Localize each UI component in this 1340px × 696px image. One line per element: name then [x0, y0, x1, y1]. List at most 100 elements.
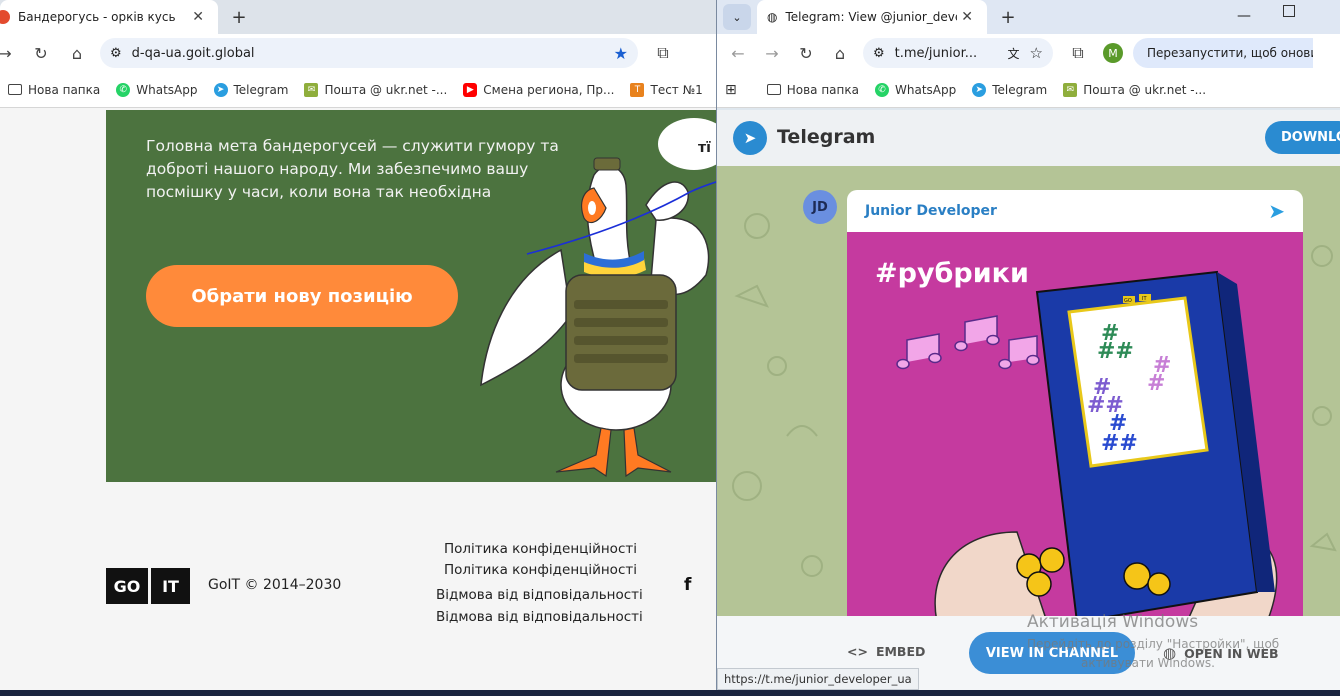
- site-settings-icon[interactable]: ⚙: [110, 46, 122, 61]
- privacy-policy-link-2[interactable]: Політика конфіденційності: [444, 562, 637, 578]
- left-active-tab[interactable]: Бандерогусь - орків кусь ✕: [0, 0, 218, 34]
- svg-text:#: #: [1147, 371, 1165, 396]
- bookmark-label: Смена региона, Пр...: [483, 82, 615, 97]
- left-extensions-icon[interactable]: ⧉: [648, 38, 678, 68]
- right-back-icon[interactable]: ←: [723, 38, 753, 68]
- right-reload-icon[interactable]: ↻: [791, 38, 821, 68]
- minimize-window-icon[interactable]: —: [1237, 8, 1251, 24]
- post-header: Junior Developer ➤: [847, 190, 1303, 232]
- right-bookmarks-bar: ⊞ Нова папка ✆ WhatsApp ➤ Telegram ✉ Пошта …: [717, 72, 1340, 108]
- right-tab-close-icon[interactable]: ✕: [957, 9, 977, 25]
- download-button[interactable]: DOWNLOA: [1265, 121, 1340, 154]
- console-badge-go: GO: [1124, 298, 1132, 304]
- left-tab-close-icon[interactable]: ✕: [188, 9, 208, 25]
- left-address-bar[interactable]: ⚙ d-qa-ua.goit.global ★: [100, 38, 638, 68]
- disclaimer-link[interactable]: Відмова від відповідальності: [436, 587, 643, 603]
- bookmark-label: WhatsApp: [136, 82, 198, 97]
- telegram-icon: ➤: [972, 82, 987, 97]
- translate-icon[interactable]: 文: [1008, 45, 1020, 62]
- bookmark-ukrnet[interactable]: ✉ Пошта @ ukr.net -...: [304, 82, 448, 97]
- rubric-post-image[interactable]: #рубрики GO IT # ## # # # ## # ##: [847, 232, 1303, 620]
- right-toolbar: ← → ↻ ⌂ ⚙ t.me/junior... 文 ☆ ⧉ M Перезап…: [717, 34, 1340, 72]
- bookmark-label: Пошта @ ukr.net -...: [1083, 82, 1207, 97]
- left-toolbar: → ↻ ⌂ ⚙ d-qa-ua.goit.global ★ ⧉: [0, 34, 716, 72]
- left-reload-icon[interactable]: ↻: [26, 38, 56, 68]
- right-forward-icon[interactable]: →: [757, 38, 787, 68]
- right-tab-strip: ⌄ ◍ Telegram: View @junior_develo ✕ + —: [717, 0, 1340, 34]
- disclaimer-link-2[interactable]: Відмова від відповідальності: [436, 609, 643, 625]
- bookmark-test[interactable]: T Тест №1: [630, 82, 703, 97]
- folder-icon: [8, 84, 22, 95]
- youtube-icon: ▶: [463, 82, 478, 97]
- embed-button[interactable]: <> EMBED: [847, 644, 925, 659]
- goit-logo[interactable]: GO IT: [106, 568, 190, 604]
- apps-grid-icon: ⊞: [725, 81, 737, 98]
- apps-grid-button[interactable]: ⊞: [725, 82, 751, 98]
- bookmark-star-icon[interactable]: ★: [614, 44, 628, 63]
- right-browser-window: ⌄ ◍ Telegram: View @junior_develo ✕ + — …: [716, 0, 1340, 690]
- bookmark-label: Пошта @ ukr.net -...: [324, 82, 448, 97]
- globe-favicon-icon: ◍: [767, 10, 778, 24]
- profile-avatar[interactable]: M: [1103, 43, 1123, 63]
- maximize-window-icon[interactable]: [1283, 5, 1295, 17]
- bookmark-whatsapp[interactable]: ✆ WhatsApp: [116, 82, 198, 97]
- left-url-text: d-qa-ua.goit.global: [131, 45, 255, 61]
- mail-icon: ✉: [304, 82, 319, 97]
- left-new-tab-button[interactable]: +: [224, 0, 254, 34]
- channel-name[interactable]: Junior Developer: [865, 203, 997, 219]
- left-forward-icon[interactable]: →: [0, 38, 20, 68]
- right-home-icon[interactable]: ⌂: [825, 38, 855, 68]
- goose-right-foot: [623, 427, 672, 478]
- left-home-icon[interactable]: ⌂: [62, 38, 92, 68]
- handheld-console-illustration: GO IT # ## # # # ## # ##: [896, 270, 1278, 620]
- telegram-header: ➤ Telegram DOWNLOA: [717, 110, 1340, 166]
- music-notes: [896, 315, 1040, 370]
- goose-left-foot: [555, 427, 612, 478]
- site-settings-icon[interactable]: ⚙: [873, 46, 885, 61]
- bookmark-label: Тест №1: [650, 82, 703, 97]
- status-bar-url: https://t.me/junior_developer_ua: [717, 668, 919, 690]
- mail-icon: ✉: [1063, 82, 1078, 97]
- right-address-bar[interactable]: ⚙ t.me/junior... 文 ☆: [863, 38, 1053, 68]
- test-site-icon: T: [630, 82, 645, 97]
- telegram-icon: ➤: [213, 82, 228, 97]
- right-active-tab[interactable]: ◍ Telegram: View @junior_develo ✕: [757, 0, 987, 34]
- privacy-policy-link[interactable]: Політика конфіденційності: [444, 541, 637, 557]
- bookmark-folder[interactable]: Нова папка: [8, 83, 100, 97]
- bookmark-telegram[interactable]: ➤ Telegram: [213, 82, 289, 97]
- telegram-logo-icon[interactable]: ➤: [733, 121, 767, 155]
- telegram-title[interactable]: Telegram: [777, 126, 875, 148]
- windows-activation-subtitle-2: активувати Windows.: [1081, 656, 1215, 670]
- bookmark-whatsapp[interactable]: ✆ WhatsApp: [875, 82, 956, 97]
- goose-favicon-icon: [0, 10, 10, 24]
- right-bookmark-star-icon[interactable]: ☆: [1030, 44, 1043, 62]
- windows-activation-title: Активація Windows: [1027, 612, 1199, 632]
- bookmark-label: Нова папка: [28, 82, 101, 97]
- right-extensions-icon[interactable]: ⧉: [1063, 38, 1093, 68]
- channel-avatar[interactable]: JD: [803, 190, 837, 224]
- svg-text:##: ##: [1101, 431, 1138, 456]
- bookmark-telegram[interactable]: ➤ Telegram: [972, 82, 1048, 97]
- svg-text:##: ##: [1097, 339, 1134, 364]
- bookmark-youtube[interactable]: ▶ Смена региона, Пр...: [463, 82, 615, 97]
- telegram-plane-icon: ➤: [1268, 199, 1285, 223]
- bookmark-folder[interactable]: Нова папка: [766, 82, 859, 97]
- embed-label: EMBED: [875, 644, 926, 659]
- right-tab-title: Telegram: View @junior_develo: [785, 10, 958, 24]
- bookmark-ukrnet[interactable]: ✉ Пошта @ ukr.net -...: [1063, 82, 1207, 97]
- bookmark-label: Telegram: [233, 82, 289, 97]
- facebook-icon[interactable]: f: [684, 575, 691, 595]
- left-tab-title: Бандерогусь - орків кусь: [18, 10, 176, 24]
- tab-search-button[interactable]: ⌄: [723, 4, 751, 30]
- goit-logo-it: IT: [148, 568, 190, 604]
- restart-to-update-button[interactable]: Перезапустити, щоб оновити: [1133, 38, 1313, 68]
- left-tab-strip: Бандерогусь - орків кусь ✕ +: [0, 0, 716, 34]
- right-new-tab-button[interactable]: +: [993, 0, 1023, 34]
- pen-annotation-stroke: [526, 181, 716, 255]
- code-brackets-icon: <>: [847, 644, 868, 659]
- left-browser-window: Бандерогусь - орків кусь ✕ + → ↻ ⌂ ⚙ d-q…: [0, 0, 716, 690]
- bookmark-label: Telegram: [992, 82, 1048, 97]
- windows-activation-subtitle: Перейдіть до розділу "Настройки", щоб: [1027, 637, 1280, 651]
- whatsapp-icon: ✆: [116, 82, 131, 97]
- bookmark-label: Нова папка: [786, 82, 859, 97]
